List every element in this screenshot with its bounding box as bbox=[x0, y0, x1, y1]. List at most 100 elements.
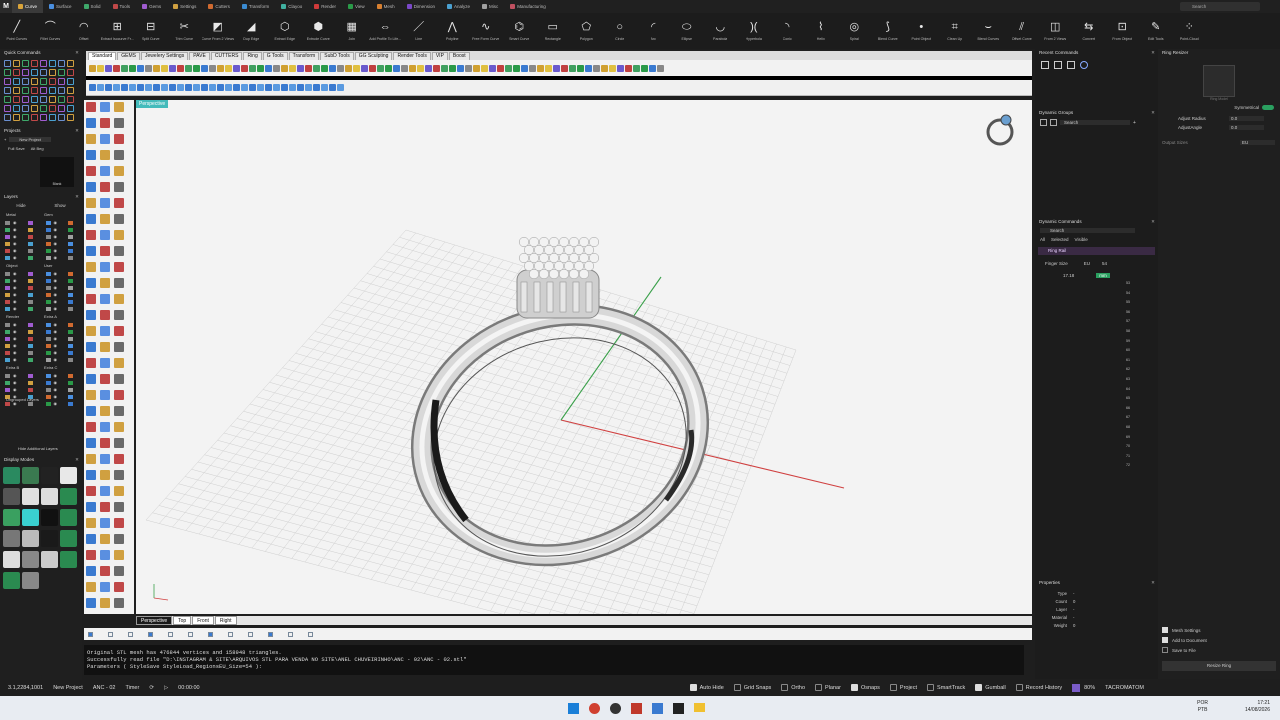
layer-color-swatch[interactable] bbox=[45, 322, 51, 327]
side-tool-icon[interactable] bbox=[86, 358, 96, 368]
layer-color-swatch[interactable] bbox=[27, 380, 33, 385]
toolbar-button[interactable]: ⇆ Convert bbox=[1072, 13, 1106, 49]
layer-color-swatch[interactable] bbox=[5, 306, 10, 311]
app-logo[interactable]: M bbox=[0, 0, 12, 13]
layer-color-swatch[interactable] bbox=[68, 387, 73, 392]
toolbar-button[interactable]: ◩ Curve From 2 Views bbox=[201, 13, 235, 49]
quick-command-icon[interactable] bbox=[13, 105, 20, 112]
rhino-tool-icon[interactable] bbox=[545, 64, 552, 72]
side-tool-icon[interactable] bbox=[114, 262, 124, 272]
display-mode-button[interactable] bbox=[60, 488, 77, 505]
filter-all[interactable]: All bbox=[1040, 237, 1045, 242]
layer-color-swatch[interactable] bbox=[45, 357, 51, 362]
rhino-tool-icon[interactable] bbox=[425, 64, 432, 72]
rhino-tool-icon[interactable] bbox=[129, 64, 136, 72]
rhino-toolbar-tab[interactable]: CUTTERS bbox=[210, 51, 243, 60]
alt-beg-tab[interactable]: Alt Beg bbox=[31, 146, 44, 151]
eye-icon[interactable]: ◉ bbox=[13, 227, 17, 232]
layer-color-swatch[interactable] bbox=[45, 271, 51, 276]
viewport-tab[interactable]: Perspective bbox=[136, 616, 173, 625]
dynamic-commands-search[interactable]: Search bbox=[1040, 228, 1135, 233]
toggle-checkbox[interactable] bbox=[850, 684, 858, 691]
close-icon[interactable]: ✕ bbox=[75, 49, 79, 57]
close-icon[interactable]: ✕ bbox=[75, 127, 79, 135]
eye-icon[interactable]: ◉ bbox=[13, 271, 17, 276]
layer-color-swatch[interactable] bbox=[68, 278, 73, 283]
side-tool-icon[interactable] bbox=[114, 214, 124, 224]
quick-command-icon[interactable] bbox=[67, 87, 74, 94]
layer-color-swatch[interactable] bbox=[5, 380, 10, 385]
layer-row[interactable]: ◉ ◉ bbox=[0, 233, 82, 240]
size-option[interactable]: 63 bbox=[1126, 375, 1148, 385]
display-mode-button[interactable] bbox=[41, 530, 58, 547]
side-tool-icon[interactable] bbox=[100, 182, 110, 192]
quick-command-icon[interactable] bbox=[22, 60, 29, 67]
dynamic-groups-search[interactable]: Search bbox=[1060, 120, 1130, 125]
rhino-toolbar-tab[interactable]: GG Sculpting bbox=[354, 51, 393, 60]
rhino-tool-icon[interactable] bbox=[113, 84, 120, 91]
rhino-tool-icon[interactable] bbox=[377, 64, 384, 72]
side-tool-icon[interactable] bbox=[114, 310, 124, 320]
osnap-toggle[interactable] bbox=[108, 631, 122, 637]
rhino-tool-icon[interactable] bbox=[169, 64, 176, 72]
option-checkbox[interactable] bbox=[1162, 627, 1168, 633]
layer-color-swatch[interactable] bbox=[45, 227, 51, 232]
side-tool-icon[interactable] bbox=[86, 454, 96, 464]
rhino-tool-icon[interactable] bbox=[625, 64, 632, 72]
rhino-tool-icon[interactable] bbox=[281, 84, 288, 91]
rhino-tool-icon[interactable] bbox=[137, 64, 144, 72]
side-tool-icon[interactable] bbox=[114, 422, 124, 432]
quick-command-icon[interactable] bbox=[40, 96, 47, 103]
rhino-icon[interactable] bbox=[673, 702, 684, 714]
layer-row[interactable]: ◉ ◉ bbox=[0, 342, 82, 349]
side-tool-icon[interactable] bbox=[114, 230, 124, 240]
clock-date[interactable]: 14/08/2026 bbox=[1245, 707, 1270, 714]
add-icon[interactable]: + bbox=[4, 137, 6, 142]
rhino-tool-icon[interactable] bbox=[249, 64, 256, 72]
side-tool-icon[interactable] bbox=[100, 358, 110, 368]
toolbar-button[interactable]: ⋀ Polyline bbox=[436, 13, 470, 49]
display-mode-button[interactable] bbox=[22, 530, 39, 547]
osnap-toggle[interactable] bbox=[228, 631, 242, 637]
side-tool-icon[interactable] bbox=[100, 470, 110, 480]
osnap-checkbox[interactable] bbox=[248, 631, 253, 637]
toolbar-button[interactable]: ▦ Join bbox=[335, 13, 369, 49]
menu-tab[interactable]: Settings bbox=[167, 0, 202, 13]
layer-row[interactable]: ◉ ◉ bbox=[0, 349, 82, 356]
eye-icon[interactable]: ◉ bbox=[13, 220, 17, 225]
layer-color-swatch[interactable] bbox=[68, 220, 73, 225]
option-checkbox[interactable] bbox=[1162, 637, 1168, 643]
status-toggle[interactable]: Gumball bbox=[975, 684, 1006, 691]
toolbar-button[interactable]: ⫽ Offset Curve bbox=[1005, 13, 1039, 49]
layer-color-swatch[interactable] bbox=[27, 255, 33, 260]
quick-command-icon[interactable] bbox=[31, 69, 38, 76]
layer-color-swatch[interactable] bbox=[68, 255, 73, 260]
quick-command-icon[interactable] bbox=[49, 96, 56, 103]
display-mode-button[interactable] bbox=[3, 509, 20, 526]
eye-icon[interactable]: ◉ bbox=[54, 248, 58, 253]
toolbar-button[interactable]: • Point Object bbox=[905, 13, 939, 49]
layer-color-swatch[interactable] bbox=[27, 357, 33, 362]
menu-tab[interactable]: Cutters bbox=[202, 0, 236, 13]
osnap-checkbox[interactable] bbox=[288, 631, 293, 637]
rhino-toolbar-tab[interactable]: Render Tools bbox=[393, 51, 431, 60]
toolbar-button[interactable]: ⁘ Point-Cloud bbox=[1173, 13, 1207, 49]
layer-color-swatch[interactable] bbox=[27, 234, 33, 239]
side-tool-icon[interactable] bbox=[100, 134, 110, 144]
layer-color-swatch[interactable] bbox=[5, 401, 10, 406]
rhino-tool-icon[interactable] bbox=[537, 64, 544, 72]
layer-color-swatch[interactable] bbox=[5, 299, 10, 304]
rhino-toolbar-tab[interactable]: SubD Tools bbox=[320, 51, 354, 60]
layer-color-swatch[interactable] bbox=[27, 401, 33, 406]
toggle-checkbox[interactable] bbox=[927, 684, 935, 691]
rhino-tool-icon[interactable] bbox=[145, 64, 152, 72]
eye-icon[interactable]: ◉ bbox=[54, 306, 58, 311]
layer-color-swatch[interactable] bbox=[45, 387, 51, 392]
side-tool-icon[interactable] bbox=[86, 470, 96, 480]
display-mode-button[interactable] bbox=[41, 509, 58, 526]
side-tool-icon[interactable] bbox=[86, 518, 96, 528]
side-tool-icon[interactable] bbox=[100, 454, 110, 464]
toolbar-button[interactable]: ⊟ Split Curve bbox=[134, 13, 168, 49]
layer-color-swatch[interactable] bbox=[27, 278, 33, 283]
toolbar-button[interactable]: ⌣ Blend Curves bbox=[972, 13, 1006, 49]
